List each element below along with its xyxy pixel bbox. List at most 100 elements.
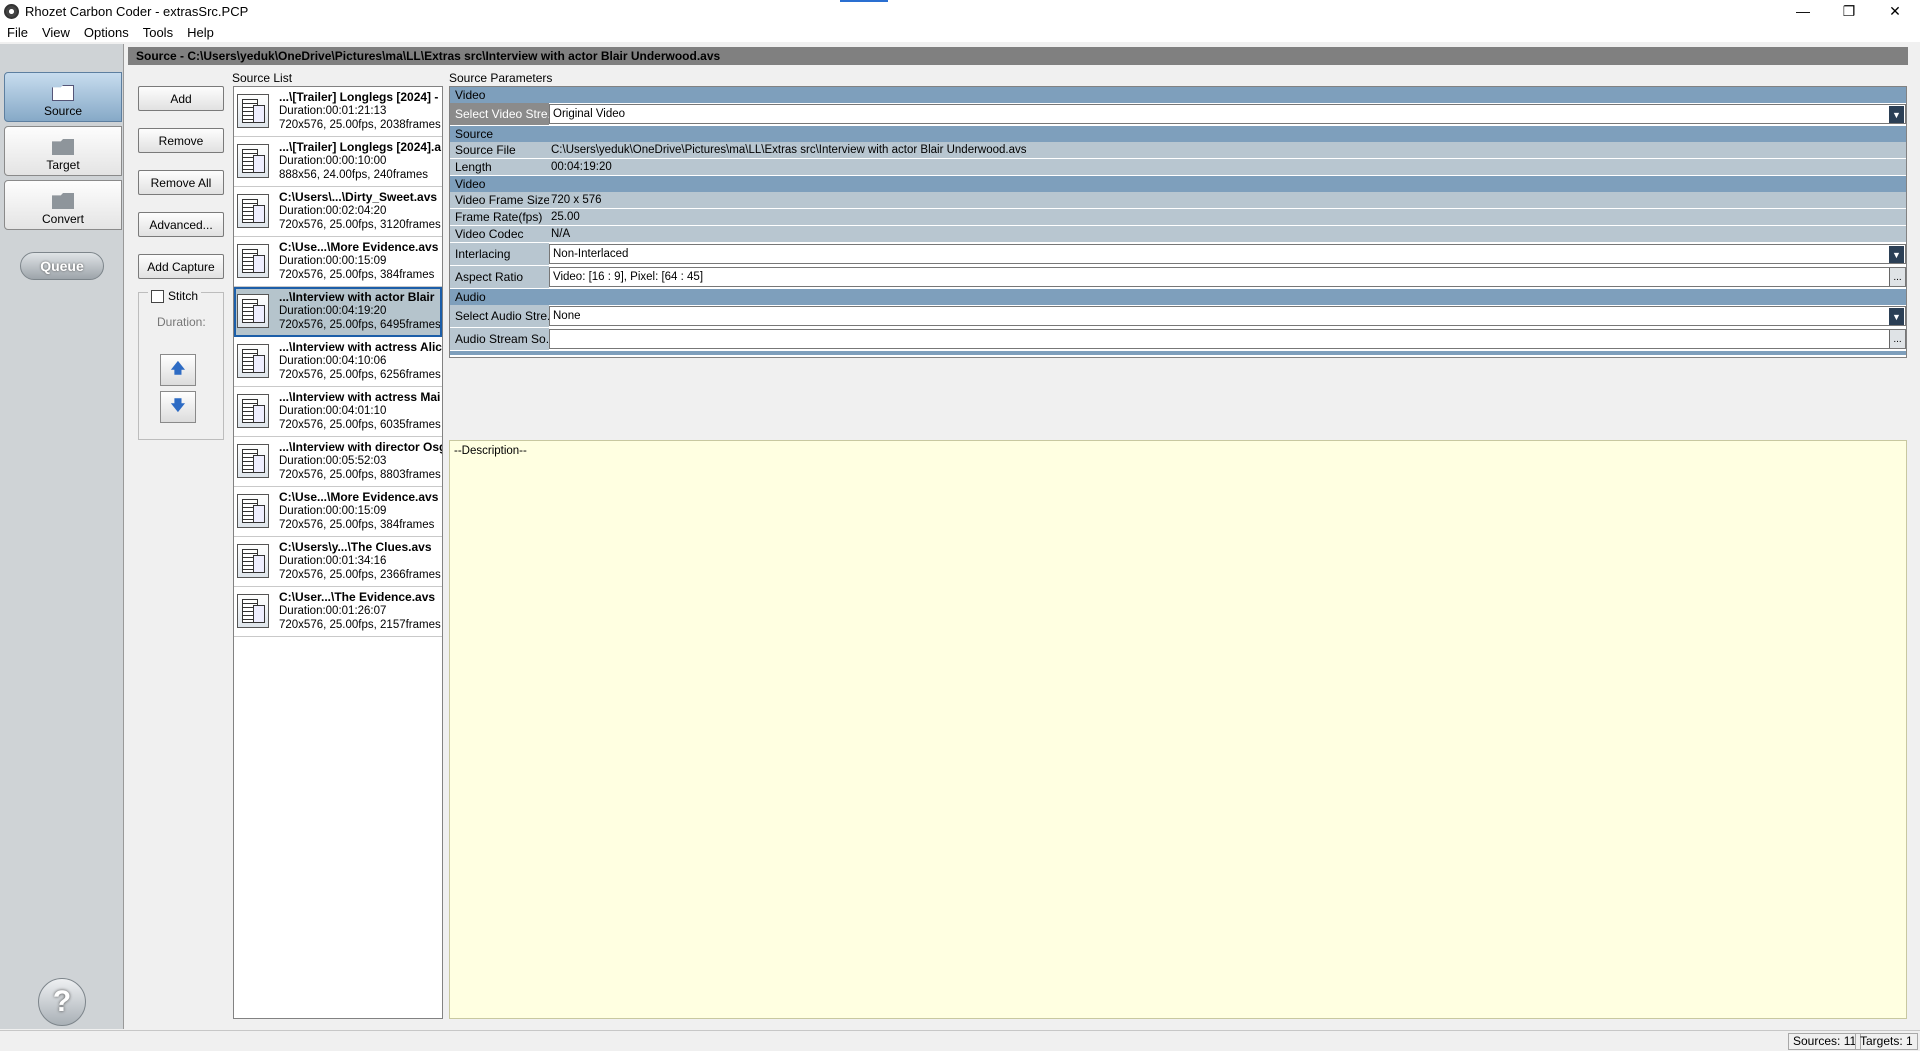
source-header: Source - C:\Users\yeduk\OneDrive\Picture… <box>128 47 1908 65</box>
menu-options[interactable]: Options <box>77 25 136 40</box>
video-file-icon <box>237 294 269 328</box>
chevron-down-icon[interactable]: ▼ <box>1889 246 1904 263</box>
source-item-name: ...\Interview with actor Blair <box>279 290 435 304</box>
source-item-duration: Duration:00:04:19:20 <box>279 305 387 317</box>
video-file-icon <box>237 244 269 278</box>
description-panel: --Description-- <box>449 440 1907 1019</box>
source-item-name: C:\User...\The Evidence.avs <box>279 590 436 604</box>
source-parameters-panel: Video Select Video Stre... Original Vide… <box>449 86 1907 358</box>
move-down-button[interactable]: 🡇 <box>160 391 196 423</box>
source-list-item[interactable]: ...\Interview with director Osg Duration:… <box>234 437 442 487</box>
audio-source-field[interactable]: ... <box>549 329 1906 349</box>
nav-source-button[interactable]: Source <box>4 72 122 122</box>
select-video-dropdown[interactable]: Original Video ▼ <box>549 104 1906 124</box>
source-item-duration: Duration:00:01:26:07 <box>279 605 387 617</box>
select-video-value: Original Video <box>553 108 626 120</box>
aspect-label: Aspect Ratio <box>450 266 549 288</box>
source-item-info: 720x576, 25.00fps, 6035frames <box>279 419 441 431</box>
select-audio-dropdown[interactable]: None ▼ <box>549 306 1906 326</box>
ellipsis-icon[interactable]: ... <box>1889 268 1905 286</box>
param-row-audio-source: Audio Stream So... ... <box>450 328 1906 351</box>
remove-button[interactable]: Remove <box>138 128 224 153</box>
minimize-button[interactable]: — <box>1780 0 1826 22</box>
frame-size-label: Video Frame Size <box>450 192 549 208</box>
maximize-button[interactable]: ❐ <box>1826 0 1872 22</box>
source-item-duration: Duration:00:05:52:03 <box>279 455 387 467</box>
stitch-checkbox-box[interactable] <box>151 289 164 303</box>
menu-tools[interactable]: Tools <box>136 25 180 40</box>
sources-count: Sources: 11 <box>1788 1033 1862 1050</box>
audio-source-label: Audio Stream So... <box>450 328 549 350</box>
nav-target-button[interactable]: Target <box>4 126 122 176</box>
length-label: Length <box>450 159 549 175</box>
ellipsis-icon[interactable]: ... <box>1889 330 1905 348</box>
source-list-item[interactable]: C:\Users\y...\The Clues.avs Duration:00:0… <box>234 537 442 587</box>
close-button[interactable]: ✕ <box>1872 0 1918 22</box>
folder-icon <box>52 139 74 155</box>
move-up-button[interactable]: 🡅 <box>160 354 196 386</box>
description-text: --Description-- <box>454 445 527 457</box>
folder-icon <box>52 85 74 101</box>
source-item-name: ...\[Trailer] Longlegs [2024].a <box>279 140 442 154</box>
app-window: Rhozet Carbon Coder - extrasSrc.PCP — ❐ … <box>0 0 1920 1051</box>
section-video: Video <box>450 87 1906 103</box>
add-button[interactable]: Add <box>138 86 224 111</box>
source-list-item[interactable]: ...\[Trailer] Longlegs [2024] - Duration… <box>234 87 442 137</box>
source-item-info: 720x576, 25.00fps, 2038frames <box>279 119 441 131</box>
source-list-item[interactable]: ...\Interview with actor Blair Duration:0… <box>234 287 442 337</box>
aspect-ratio-field[interactable]: Video: [16 : 9], Pixel: [64 : 45] ... <box>549 267 1906 287</box>
param-row-frame-size: Video Frame Size 720 x 576 <box>450 192 1906 209</box>
source-list-item[interactable]: C:\User...\The Evidence.avs Duration:00:0… <box>234 587 442 637</box>
arrow-down-icon: 🡇 <box>170 397 186 413</box>
section-source: Source <box>450 126 1906 142</box>
stitch-checkbox[interactable]: Stitch <box>148 289 202 303</box>
source-item-info: 720x576, 25.00fps, 2366frames <box>279 569 441 581</box>
video-file-icon <box>237 494 269 528</box>
source-item-duration: Duration:00:04:01:10 <box>279 405 387 417</box>
nav-source-label: Source <box>43 104 83 118</box>
section-audio: Audio <box>450 289 1906 305</box>
source-item-info: 720x576, 25.00fps, 6256frames <box>279 369 441 381</box>
source-list-item[interactable]: C:\Use...\More Evidence.avs Duration:00:0… <box>234 487 442 537</box>
source-list-item[interactable]: C:\Use...\More Evidence.avs Duration:00:0… <box>234 237 442 287</box>
length-value: 00:04:19:20 <box>549 159 1906 175</box>
menu-help[interactable]: Help <box>180 25 221 40</box>
section-video-properties: Video <box>450 176 1906 192</box>
remove-all-button[interactable]: Remove All <box>138 170 224 195</box>
codec-value: N/A <box>549 226 1906 242</box>
source-item-name: C:\Use...\More Evidence.avs <box>279 240 439 254</box>
window-title: Rhozet Carbon Coder - extrasSrc.PCP <box>25 3 249 19</box>
source-list-item[interactable]: ...\Interview with actress Alic Duration:… <box>234 337 442 387</box>
menu-file[interactable]: File <box>0 25 35 40</box>
nav-convert-button[interactable]: Convert <box>4 180 122 230</box>
chevron-down-icon[interactable]: ▼ <box>1889 106 1904 123</box>
queue-button[interactable]: Queue <box>20 252 104 280</box>
video-file-icon <box>237 94 269 128</box>
menu-view[interactable]: View <box>35 25 77 40</box>
add-capture-button[interactable]: Add Capture <box>138 254 224 279</box>
app-logo-icon <box>4 3 19 19</box>
source-item-duration: Duration:00:02:04:20 <box>279 205 387 217</box>
help-icon[interactable]: ? <box>38 978 86 1026</box>
advanced-button[interactable]: Advanced... <box>138 212 224 237</box>
video-file-icon <box>237 394 269 428</box>
video-file-icon <box>237 444 269 478</box>
targets-count: Targets: 1 <box>1855 1033 1918 1050</box>
source-item-name: ...\Interview with director Osg <box>279 440 442 454</box>
param-row-aspect: Aspect Ratio Video: [16 : 9], Pixel: [64… <box>450 266 1906 289</box>
interlacing-dropdown[interactable]: Non-Interlaced ▼ <box>549 244 1906 264</box>
source-item-name: C:\Users\...\Dirty_Sweet.avs <box>279 190 438 204</box>
source-file-label: Source File <box>450 142 549 158</box>
video-file-icon <box>237 594 269 628</box>
video-file-icon <box>237 344 269 378</box>
left-nav: Source Target Convert Queue ? <box>0 44 124 1029</box>
source-list-item[interactable]: C:\Users\...\Dirty_Sweet.avs Duration:00:… <box>234 187 442 237</box>
source-list[interactable]: ...\[Trailer] Longlegs [2024] - Duration… <box>233 86 443 1019</box>
nav-target-label: Target <box>46 158 80 172</box>
chevron-down-icon[interactable]: ▼ <box>1889 308 1904 325</box>
source-item-duration: Duration:00:00:15:09 <box>279 255 387 267</box>
source-item-info: 888x56, 24.00fps, 240frames <box>279 169 428 181</box>
source-list-item[interactable]: ...\Interview with actress Mai Duration:0… <box>234 387 442 437</box>
video-file-icon <box>237 544 269 578</box>
source-list-item[interactable]: ...\[Trailer] Longlegs [2024].a Duration:… <box>234 137 442 187</box>
